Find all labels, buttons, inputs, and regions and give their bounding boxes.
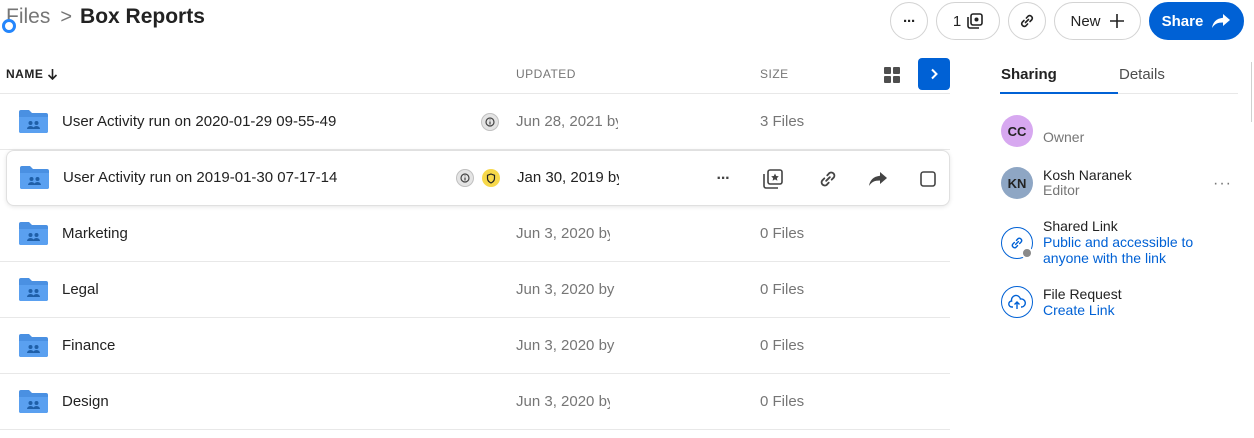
avatar: KN — [1001, 167, 1033, 199]
upload-cloud-icon — [1001, 286, 1033, 318]
shared-link-description[interactable]: Public and accessible to anyone with the… — [1043, 234, 1243, 266]
row-more-button[interactable]: ··· — [709, 165, 737, 193]
file-name[interactable]: Finance — [62, 337, 115, 354]
table-row[interactable]: User Activity run on 2020-01-29 09-55-49… — [0, 94, 950, 150]
folder-collab-icon — [19, 390, 48, 413]
table-row[interactable]: Finance Jun 3, 2020 by 0 Files — [0, 318, 950, 374]
sidebar-tabs: Sharing Details — [1000, 56, 1238, 94]
collaborator-role: Editor — [1043, 182, 1080, 198]
duplicate-icon — [967, 13, 983, 29]
table-row[interactable]: User Activity run on 2019-01-30 07-17-14… — [6, 150, 950, 206]
plus-icon — [1109, 14, 1124, 28]
copy-link-button[interactable] — [1008, 2, 1046, 40]
updated-value: Jun 3, 2020 by — [516, 281, 615, 298]
grid-view-icon[interactable] — [882, 65, 902, 85]
cursor-indicator-icon — [2, 19, 16, 33]
avatar: CC — [1001, 115, 1033, 147]
table-row[interactable]: Legal Jun 3, 2020 by 0 Files — [0, 262, 950, 318]
sort-by-name-header[interactable]: NAME — [6, 67, 58, 81]
more-options-button[interactable]: ··· — [890, 2, 928, 40]
folder-collab-icon — [19, 278, 48, 301]
file-name[interactable]: User Activity run on 2019-01-30 07-17-14 — [63, 169, 337, 186]
updated-value: Jan 30, 2019 by — [517, 169, 619, 186]
breadcrumb-separator-icon: > — [60, 5, 73, 28]
info-icon[interactable] — [456, 169, 474, 187]
chevron-right-icon — [931, 68, 938, 80]
folder-collab-icon — [20, 166, 49, 189]
link-icon — [1020, 14, 1034, 28]
file-list: User Activity run on 2020-01-29 09-55-49… — [0, 94, 950, 430]
shared-link-section[interactable]: Shared Link Public and accessible to any… — [1001, 218, 1239, 270]
row-select-checkbox[interactable] — [914, 165, 942, 193]
share-arrow-icon — [1212, 14, 1231, 28]
owner-collaborator: CC Owner — [1001, 115, 1239, 151]
folder-collab-icon — [19, 222, 48, 245]
file-request-section[interactable]: File Request Create Link — [1001, 286, 1239, 326]
folder-collab-icon — [19, 334, 48, 357]
collaborators-button[interactable]: 1 — [936, 2, 1000, 40]
file-name[interactable]: Marketing — [62, 225, 128, 242]
tab-details[interactable]: Details — [1119, 66, 1165, 83]
sidebar-toggle-button[interactable] — [918, 58, 950, 90]
shared-link-title: Shared Link — [1043, 218, 1118, 234]
tab-sharing[interactable]: Sharing — [1001, 66, 1057, 83]
file-list-header: NAME UPDATED SIZE — [0, 56, 950, 94]
size-value: 0 Files — [760, 281, 805, 298]
new-button-label: New — [1070, 12, 1101, 30]
shield-icon[interactable] — [482, 169, 500, 187]
collaborator-name: Kosh Naranek — [1043, 167, 1132, 183]
create-link-button[interactable]: Create Link — [1043, 302, 1243, 318]
updated-value: Jun 3, 2020 by — [516, 393, 610, 410]
globe-icon — [1021, 247, 1033, 259]
info-icon[interactable] — [481, 113, 499, 131]
updated-value: Jun 3, 2020 by — [516, 225, 610, 242]
collaborator-more-button[interactable]: ··· — [1213, 175, 1232, 193]
table-row[interactable]: Marketing Jun 3, 2020 by 0 Files — [0, 206, 950, 262]
size-column-label[interactable]: SIZE — [760, 67, 789, 81]
table-row[interactable]: Design Jun 3, 2020 by 0 Files — [0, 374, 950, 430]
sidebar-scrollbar[interactable] — [1251, 62, 1252, 122]
sharing-sidebar: Sharing Details CC Owner KN Kosh Naranek… — [1000, 56, 1238, 318]
file-name[interactable]: Design — [62, 393, 109, 410]
collection-star-icon — [763, 169, 783, 189]
owner-role: Owner — [1043, 129, 1085, 145]
file-name[interactable]: User Activity run on 2020-01-29 09-55-49 — [62, 113, 336, 130]
active-tab-indicator — [1000, 92, 1118, 94]
name-column-label: NAME — [6, 67, 44, 81]
share-button-label: Share — [1161, 12, 1204, 30]
row-copy-link-button[interactable] — [814, 165, 842, 193]
share-button[interactable]: Share — [1149, 2, 1244, 40]
file-name[interactable]: Legal — [62, 281, 99, 298]
updated-value: Jun 3, 2020 by — [516, 337, 615, 354]
collaborator-count: 1 — [952, 12, 962, 30]
page-header: Files > Box Reports ··· 1 New Share — [0, 0, 1254, 46]
new-button[interactable]: New — [1054, 2, 1141, 40]
row-share-button[interactable] — [864, 165, 892, 193]
folder-collab-icon — [19, 110, 48, 133]
more-icon: ··· — [716, 170, 731, 187]
link-icon — [820, 171, 836, 187]
updated-value: Jun 28, 2021 by — [516, 113, 618, 130]
checkbox-icon — [920, 171, 936, 187]
size-value: 0 Files — [760, 337, 805, 354]
editor-collaborator: KN Kosh Naranek Editor ··· — [1001, 167, 1239, 203]
share-arrow-icon — [869, 172, 887, 186]
size-value: 0 Files — [760, 393, 805, 410]
size-value: 0 Files — [760, 225, 805, 242]
page-title: Box Reports — [80, 5, 205, 28]
size-value: 3 Files — [760, 113, 805, 130]
add-to-collection-button[interactable] — [759, 165, 787, 193]
file-request-title: File Request — [1043, 286, 1122, 302]
breadcrumb: Files > Box Reports — [6, 5, 205, 29]
sort-arrow-down-icon — [48, 69, 58, 80]
more-icon: ··· — [903, 12, 916, 30]
updated-column-label[interactable]: UPDATED — [516, 67, 576, 81]
